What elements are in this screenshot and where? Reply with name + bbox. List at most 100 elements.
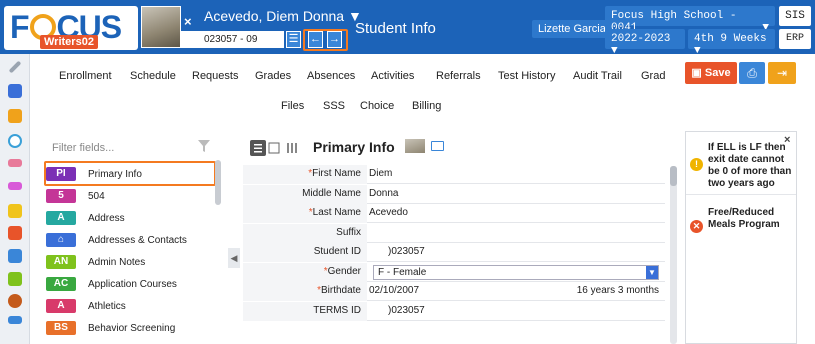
side-nav <box>0 54 30 344</box>
user-menu-button[interactable]: Lizette Garcia <box>532 20 612 38</box>
field-badge: PI <box>46 167 76 181</box>
save-icon: ▣ <box>691 67 705 79</box>
field-item-504[interactable]: 5 504 <box>44 185 212 207</box>
field-value[interactable]: )023057 <box>388 246 425 257</box>
field-value[interactable]: )023057 <box>388 305 425 316</box>
tab-absences[interactable]: Absences <box>307 70 355 82</box>
field-name-text: First Name <box>312 168 361 179</box>
field-badge: ⌂ <box>46 233 76 247</box>
tools-icon[interactable] <box>8 226 22 240</box>
close-student-icon[interactable]: × <box>184 14 192 29</box>
chart-icon[interactable] <box>8 159 22 167</box>
wrench-icon[interactable] <box>8 60 22 74</box>
filter-input[interactable]: Filter fields... <box>52 142 114 154</box>
save-label: Save <box>704 67 731 79</box>
tab-schedule[interactable]: Schedule <box>130 70 176 82</box>
clock-icon[interactable] <box>8 134 22 148</box>
dropdown-arrow-icon[interactable]: ▼ <box>646 265 658 279</box>
field-name: Suffix <box>336 227 361 238</box>
field-badge: 5 <box>46 189 76 203</box>
panel-title: Primary Info <box>313 139 395 155</box>
tab-test-history[interactable]: Test History <box>498 70 555 82</box>
field-name: *First Name <box>308 168 361 179</box>
tab-grad[interactable]: Grad <box>641 70 665 82</box>
focus-logo[interactable]: F CUS Writers02 <box>4 6 138 50</box>
form-row-terms-id: TERMS ID )023057 <box>243 301 665 321</box>
school-select[interactable]: Focus High School - 0041 ▼ <box>605 6 775 34</box>
field-list-scrollbar[interactable] <box>215 160 221 205</box>
gender-select[interactable]: F - Female ▼ <box>373 264 659 280</box>
grid-view-icon <box>268 142 280 154</box>
calendar-icon[interactable] <box>8 249 22 263</box>
field-label: Athletics <box>88 301 126 312</box>
student-icon[interactable] <box>8 84 22 98</box>
alert-ell: If ELL is LF then exit date cannot be 0 … <box>708 142 792 189</box>
module-title: Student Info <box>355 20 436 37</box>
football-icon[interactable] <box>8 294 22 308</box>
student-list-icon[interactable]: ☰ <box>286 31 301 48</box>
form-row-student-id: Student ID )023057 <box>243 243 665 262</box>
tab-sss[interactable]: SSS <box>323 100 345 112</box>
field-name: Student ID <box>314 246 361 257</box>
tab-referrals[interactable]: Referrals <box>436 70 481 82</box>
student-id-display: 023057 - 09 <box>180 31 284 48</box>
field-item-addresses-contacts[interactable]: ⌂ Addresses & Contacts <box>44 229 212 251</box>
field-item-primary-info[interactable]: PI Primary Info <box>44 163 212 185</box>
field-value[interactable]: Acevedo <box>369 207 408 218</box>
collapse-panel-icon[interactable]: ◀ <box>228 248 240 268</box>
next-student-button[interactable]: → <box>327 31 342 48</box>
trend-icon[interactable] <box>8 182 22 190</box>
save-button[interactable]: ▣ Save <box>685 62 737 84</box>
tab-audit-trail[interactable]: Audit Trail <box>573 70 622 82</box>
field-name-text: TERMS ID <box>313 304 361 316</box>
student-name-select[interactable]: Acevedo, Diem Donna ▼ <box>204 8 362 24</box>
field-value[interactable]: 02/10/2007 <box>369 285 419 296</box>
year-select[interactable]: 2022-2023 ▼ <box>605 29 685 57</box>
student-photo <box>141 6 181 48</box>
form-row-middle-name: Middle Name Donna <box>243 184 665 204</box>
pencil-icon[interactable] <box>8 272 22 286</box>
megaphone-icon[interactable] <box>8 204 22 218</box>
field-badge: BS <box>46 321 76 335</box>
field-badge: A <box>46 299 76 313</box>
field-item-athletics[interactable]: A Athletics <box>44 295 212 317</box>
field-badge: AN <box>46 255 76 269</box>
tab-billing[interactable]: Billing <box>412 100 441 112</box>
form-row-birthdate: *Birthdate 02/10/2007 16 years 3 months <box>243 282 665 301</box>
term-select[interactable]: 4th 9 Weeks ▼ <box>688 29 775 57</box>
id-card-icon[interactable] <box>431 141 444 151</box>
tab-activities[interactable]: Activities <box>371 70 414 82</box>
student-thumb <box>405 139 425 153</box>
filter-icon[interactable] <box>198 139 210 153</box>
field-item-address[interactable]: A Address <box>44 207 212 229</box>
field-name-text: Middle Name <box>302 187 361 199</box>
field-label: Admin Notes <box>88 257 146 268</box>
bus-icon[interactable] <box>8 316 22 324</box>
field-label: Address <box>88 213 125 224</box>
prev-student-button[interactable]: ← <box>308 31 323 48</box>
form-scrollbar-track[interactable] <box>670 166 677 344</box>
users-icon[interactable] <box>8 109 22 123</box>
tab-enrollment[interactable]: Enrollment <box>59 70 112 82</box>
field-item-application-courses[interactable]: AC Application Courses <box>44 273 212 295</box>
printer-icon[interactable]: ⎙ <box>739 62 765 84</box>
field-value[interactable]: Diem <box>369 168 392 179</box>
exit-icon[interactable]: ⇥ <box>768 62 796 84</box>
field-name-text: Birthdate <box>320 285 361 296</box>
tab-grades[interactable]: Grades <box>255 70 291 82</box>
app-root: F CUS Writers02 × Acevedo, Diem Donna ▼ 0… <box>0 0 815 344</box>
field-item-behavior-screening[interactable]: BS Behavior Screening <box>44 317 212 339</box>
tab-requests[interactable]: Requests <box>192 70 238 82</box>
tab-choice[interactable]: Choice <box>360 100 394 112</box>
field-value[interactable]: Donna <box>369 188 398 199</box>
sis-button[interactable]: SIS <box>779 6 811 26</box>
tab-files[interactable]: Files <box>281 100 304 112</box>
form-scrollbar-thumb[interactable] <box>670 166 677 186</box>
view-toggle[interactable] <box>250 140 305 156</box>
field-label: Application Courses <box>88 279 177 290</box>
warning-icon: ! <box>690 158 703 171</box>
gender-value: F - Female <box>378 266 427 278</box>
erp-button[interactable]: ERP <box>779 29 811 49</box>
field-name: Middle Name <box>302 188 361 199</box>
field-item-admin-notes[interactable]: AN Admin Notes <box>44 251 212 273</box>
